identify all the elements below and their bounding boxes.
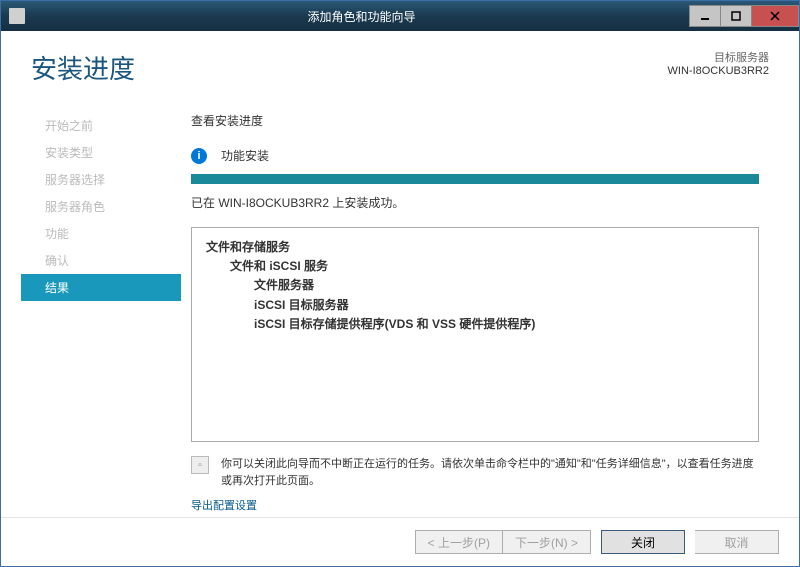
body: 开始之前 安装类型 服务器选择 服务器角色 功能 确认 结果 查看安装进度 i …	[1, 94, 799, 517]
results-box: 文件和存储服务 文件和 iSCSI 服务 文件服务器 iSCSI 目标服务器 i…	[191, 227, 759, 442]
next-button: 下一步(N) >	[503, 530, 591, 554]
close-button[interactable]: 关闭	[601, 530, 685, 554]
sidebar-item-server-select: 服务器选择	[21, 166, 181, 193]
content-area: 安装进度 目标服务器 WIN-I8OCKUB3RR2 开始之前 安装类型 服务器…	[1, 31, 799, 566]
target-server-info: 目标服务器 WIN-I8OCKUB3RR2	[668, 49, 769, 77]
sidebar-item-results[interactable]: 结果	[21, 274, 181, 301]
section-label: 查看安装进度	[191, 112, 759, 129]
window-close-button[interactable]	[751, 5, 799, 27]
sidebar-item-install-type: 安装类型	[21, 139, 181, 166]
page-title: 安装进度	[31, 49, 668, 86]
nav-button-group: < 上一步(P) 下一步(N) >	[415, 530, 591, 554]
sidebar-item-server-roles: 服务器角色	[21, 193, 181, 220]
minimize-button[interactable]	[689, 5, 721, 27]
main-panel: 查看安装进度 i 功能安装 已在 WIN-I8OCKUB3RR2 上安装成功。 …	[181, 104, 779, 517]
info-icon: i	[191, 148, 207, 164]
result-item: 文件和存储服务	[206, 238, 744, 257]
header-row: 安装进度 目标服务器 WIN-I8OCKUB3RR2	[1, 31, 799, 94]
result-item: iSCSI 目标服务器	[206, 296, 744, 315]
target-server-label: 目标服务器	[668, 49, 769, 65]
feature-install-row: i 功能安装	[191, 147, 759, 164]
result-item: iSCSI 目标存储提供程序(VDS 和 VSS 硬件提供程序)	[206, 315, 744, 334]
window-title: 添加角色和功能向导	[33, 8, 690, 25]
target-server-value: WIN-I8OCKUB3RR2	[668, 65, 769, 77]
result-item: 文件服务器	[206, 276, 744, 295]
hint-row: ▫ 你可以关闭此向导而不中断正在运行的任务。请依次单击命令栏中的"通知"和"任务…	[191, 456, 759, 489]
sidebar-item-features: 功能	[21, 220, 181, 247]
titlebar: 添加角色和功能向导	[1, 1, 799, 31]
cancel-button: 取消	[695, 530, 779, 554]
app-icon	[9, 8, 25, 24]
feature-install-label: 功能安装	[221, 147, 269, 164]
wizard-window: 添加角色和功能向导 安装进度 目标服务器 WIN-I8OCKUB3RR2 开始之…	[0, 0, 800, 567]
progress-bar	[191, 174, 759, 184]
flag-icon: ▫	[191, 456, 209, 474]
hint-text: 你可以关闭此向导而不中断正在运行的任务。请依次单击命令栏中的"通知"和"任务详细…	[221, 456, 759, 489]
export-config-link[interactable]: 导出配置设置	[191, 497, 257, 513]
sidebar-item-before-begin: 开始之前	[21, 112, 181, 139]
install-status: 已在 WIN-I8OCKUB3RR2 上安装成功。	[191, 194, 759, 211]
window-buttons	[690, 5, 799, 27]
maximize-button[interactable]	[720, 5, 752, 27]
wizard-sidebar: 开始之前 安装类型 服务器选择 服务器角色 功能 确认 结果	[21, 104, 181, 517]
previous-button: < 上一步(P)	[415, 530, 503, 554]
sidebar-item-confirm: 确认	[21, 247, 181, 274]
button-row: < 上一步(P) 下一步(N) > 关闭 取消	[1, 517, 799, 566]
result-item: 文件和 iSCSI 服务	[206, 257, 744, 276]
